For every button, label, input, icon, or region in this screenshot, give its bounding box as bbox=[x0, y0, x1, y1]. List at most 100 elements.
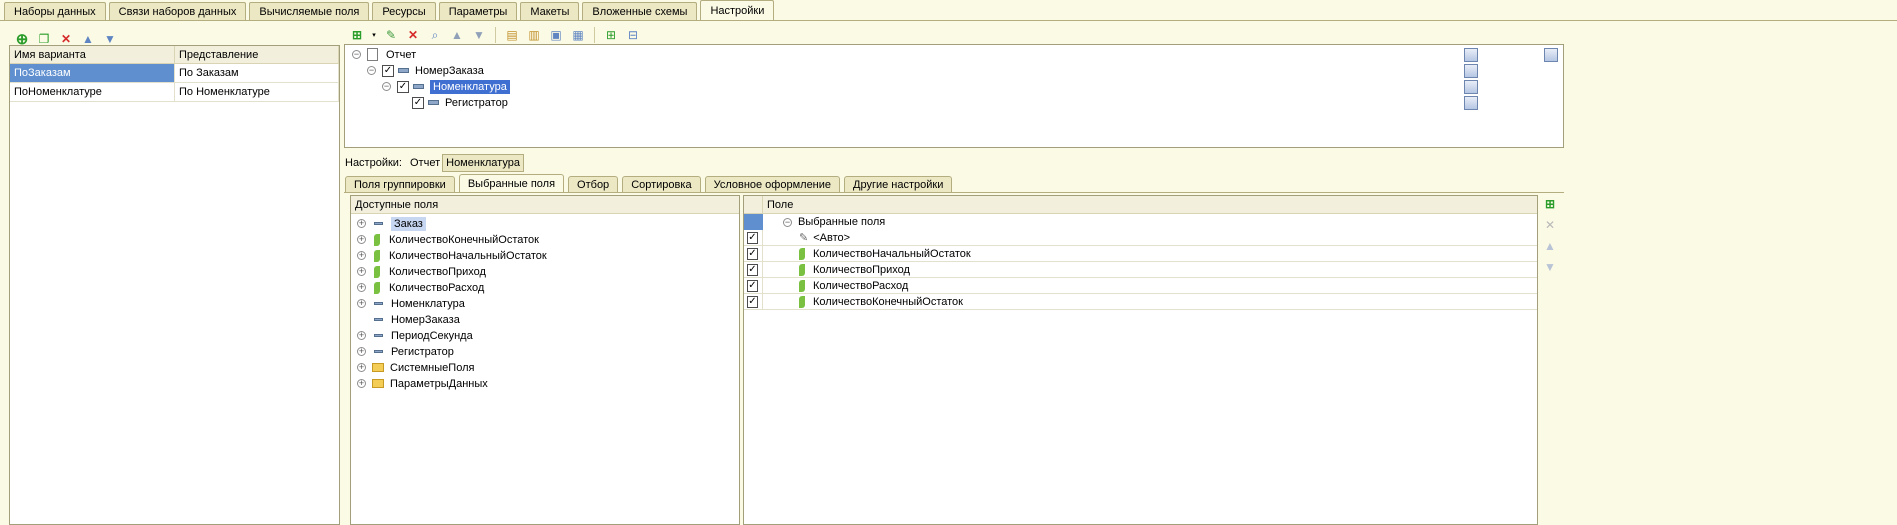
tab-selected-fields[interactable]: Выбранные поля bbox=[458, 174, 565, 193]
numeric-icon bbox=[374, 281, 380, 294]
expand-icon[interactable]: + bbox=[357, 363, 366, 372]
table-row[interactable]: ПоЗаказам По Заказам bbox=[10, 64, 339, 83]
checkbox-cell[interactable]: ✓ bbox=[744, 262, 763, 277]
checkbox-icon[interactable]: ✓ bbox=[747, 247, 758, 260]
move-down-icon[interactable]: ▼ bbox=[1542, 259, 1558, 275]
row-marker bbox=[744, 214, 763, 230]
chart-icon[interactable]: ▥ bbox=[526, 27, 542, 43]
find-icon[interactable]: ⌕ bbox=[427, 27, 443, 43]
tree-node-registrar[interactable]: ✓ Регистратор bbox=[412, 93, 508, 112]
dropdown-arrow-icon[interactable]: ▾ bbox=[371, 27, 377, 43]
expand-icon[interactable]: + bbox=[357, 331, 366, 340]
tab-conditional-formatting[interactable]: Условное оформление bbox=[704, 176, 841, 193]
structure-tree: − Отчет − ✓ НомерЗаказа − ✓ Номенклатура… bbox=[344, 44, 1564, 148]
selected-fields-table: Поле − Выбранные поля ✓ ✎ <Авто> ✓ Колич… bbox=[743, 195, 1538, 525]
numeric-icon bbox=[799, 295, 805, 308]
numeric-icon bbox=[799, 247, 805, 260]
group-icon[interactable]: ▦ bbox=[570, 27, 586, 43]
layout-icon[interactable] bbox=[1464, 80, 1478, 94]
report-settings-icon[interactable]: ▣ bbox=[548, 27, 564, 43]
tab-filter[interactable]: Отбор bbox=[568, 176, 619, 193]
auto-icon: ✎ bbox=[799, 232, 809, 244]
checkbox-icon[interactable]: ✓ bbox=[382, 64, 394, 77]
group-label: Выбранные поля bbox=[798, 216, 886, 228]
tab-other-settings[interactable]: Другие настройки bbox=[844, 176, 953, 193]
checkbox-cell[interactable]: ✓ bbox=[744, 294, 763, 309]
expand-icon[interactable]: + bbox=[357, 299, 366, 308]
settings-path: Настройки: Отчет Номенклатура bbox=[345, 154, 524, 172]
move-up-icon[interactable]: ▲ bbox=[449, 27, 465, 43]
designer-tabs: Наборы данных Связи наборов данных Вычис… bbox=[4, 0, 777, 20]
tab-calculated-fields[interactable]: Вычисляемые поля bbox=[249, 2, 370, 20]
expand-icon[interactable]: + bbox=[357, 379, 366, 388]
table-row[interactable]: ✓ КоличествоКонечныйОстаток bbox=[744, 294, 1537, 310]
tab-datasets[interactable]: Наборы данных bbox=[4, 2, 106, 20]
layout-icon[interactable] bbox=[1464, 96, 1478, 110]
table-row[interactable]: ✓ ✎ <Авто> bbox=[744, 230, 1537, 246]
column-header[interactable]: Имя варианта bbox=[10, 46, 175, 63]
layout-icon[interactable] bbox=[1464, 64, 1478, 78]
tab-dataset-links[interactable]: Связи наборов данных bbox=[108, 2, 247, 20]
field-cell: КоличествоРасход bbox=[763, 278, 1537, 293]
column-header[interactable]: Представление bbox=[175, 46, 339, 63]
structure-icon[interactable]: ⊟ bbox=[625, 27, 641, 43]
tree-item-label: КоличествоРасход bbox=[389, 281, 485, 294]
tab-grouping-fields[interactable]: Поля группировки bbox=[345, 176, 455, 193]
checkbox-cell[interactable]: ✓ bbox=[744, 278, 763, 293]
settings-label: Настройки: bbox=[345, 157, 402, 169]
expand-icon[interactable]: + bbox=[357, 251, 366, 260]
expand-icon[interactable]: + bbox=[357, 267, 366, 276]
add-level-icon[interactable]: ⊞ bbox=[603, 27, 619, 43]
table-row[interactable]: ПоНоменклатуре По Номенклатуре bbox=[10, 83, 339, 102]
collapse-icon[interactable]: − bbox=[783, 217, 792, 227]
expand-icon[interactable]: + bbox=[357, 347, 366, 356]
tree-item-label: КоличествоКонечныйОстаток bbox=[389, 233, 539, 246]
no-expand-icon bbox=[357, 315, 366, 324]
add-field-icon[interactable]: ⊞ bbox=[1542, 196, 1558, 212]
settings-current-link[interactable]: Номенклатура bbox=[442, 154, 524, 172]
tree-item-label: ПериодСекунда bbox=[391, 329, 473, 342]
expand-icon[interactable]: + bbox=[357, 283, 366, 292]
numeric-icon bbox=[799, 279, 805, 292]
edit-icon[interactable]: ✎ bbox=[383, 27, 399, 43]
field-label: КоличествоНачальныйОстаток bbox=[813, 247, 971, 260]
layout-settings-icon[interactable] bbox=[1544, 48, 1558, 62]
tab-layouts[interactable]: Макеты bbox=[520, 2, 580, 20]
checkbox-icon[interactable]: ✓ bbox=[412, 96, 424, 109]
checkbox-icon[interactable]: ✓ bbox=[747, 295, 758, 308]
expand-icon[interactable]: + bbox=[357, 235, 366, 244]
delete-icon[interactable]: ✕ bbox=[405, 27, 421, 43]
checkbox-icon[interactable]: ✓ bbox=[397, 80, 409, 93]
tree-item[interactable]: + ПараметрыДанных bbox=[357, 374, 488, 393]
tab-parameters[interactable]: Параметры bbox=[438, 2, 518, 20]
table-icon[interactable]: ▤ bbox=[504, 27, 520, 43]
table-row[interactable]: ✓ КоличествоПриход bbox=[744, 262, 1537, 278]
collapse-icon[interactable]: − bbox=[382, 82, 391, 91]
tree-node-label: Номенклатура bbox=[430, 79, 510, 94]
checkbox-cell[interactable]: ✓ bbox=[744, 246, 763, 261]
layout-icon[interactable] bbox=[1464, 48, 1478, 62]
table-row[interactable]: − Выбранные поля bbox=[744, 214, 1537, 230]
expand-icon[interactable]: + bbox=[357, 219, 366, 228]
tab-sorting[interactable]: Сортировка bbox=[622, 176, 701, 193]
toolbar-separator bbox=[594, 27, 595, 43]
tab-settings[interactable]: Настройки bbox=[700, 0, 775, 20]
add-grouping-icon[interactable]: ⊞ bbox=[349, 27, 365, 43]
checkbox-cell[interactable]: ✓ bbox=[744, 230, 763, 245]
collapse-icon[interactable]: − bbox=[367, 66, 376, 75]
tab-nested-schemas[interactable]: Вложенные схемы bbox=[582, 2, 698, 20]
table-row[interactable]: ✓ КоличествоРасход bbox=[744, 278, 1537, 294]
delete-icon[interactable]: ✕ bbox=[1542, 217, 1558, 233]
move-down-icon[interactable]: ▼ bbox=[471, 27, 487, 43]
checkbox-icon[interactable]: ✓ bbox=[747, 263, 758, 276]
selected-fields-header: Поле bbox=[744, 196, 1537, 214]
tree-node-label: Отчет bbox=[386, 48, 417, 61]
tab-resources[interactable]: Ресурсы bbox=[372, 2, 436, 20]
table-row[interactable]: ✓ КоличествоНачальныйОстаток bbox=[744, 246, 1537, 262]
collapse-icon[interactable]: − bbox=[352, 50, 361, 59]
settings-tabs: Поля группировки Выбранные поля Отбор Со… bbox=[345, 174, 956, 193]
checkbox-icon[interactable]: ✓ bbox=[747, 231, 758, 244]
checkbox-icon[interactable]: ✓ bbox=[747, 279, 758, 292]
move-up-icon[interactable]: ▲ bbox=[1542, 238, 1558, 254]
settings-report-link[interactable]: Отчет bbox=[410, 157, 440, 169]
